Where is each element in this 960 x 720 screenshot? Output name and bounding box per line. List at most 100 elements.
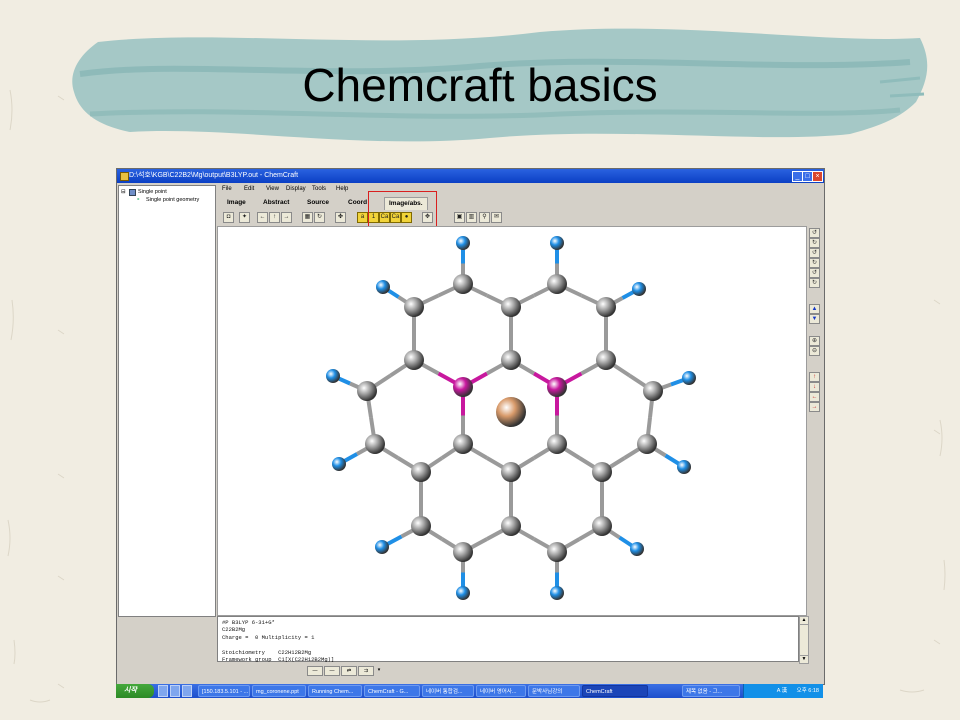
quicklaunch-icon[interactable] bbox=[182, 685, 192, 697]
taskbar-task[interactable]: [150.183.5.101 - ... bbox=[198, 685, 250, 697]
right-arrow-icon[interactable]: → bbox=[281, 212, 292, 223]
carbon-atom[interactable] bbox=[453, 434, 473, 454]
taskbar-task[interactable]: 문박사님강의 bbox=[528, 685, 580, 697]
tab-abstract[interactable]: Abstract bbox=[263, 196, 289, 210]
carbon-atom[interactable] bbox=[592, 516, 612, 536]
zoom-out-icon[interactable]: ⊖ bbox=[809, 346, 820, 356]
carbon-atom[interactable] bbox=[501, 297, 521, 317]
hydrogen-atom[interactable] bbox=[632, 282, 646, 296]
carbon-atom[interactable] bbox=[547, 542, 567, 562]
carbon-atom[interactable] bbox=[501, 516, 521, 536]
start-button[interactable]: 시작 bbox=[116, 684, 154, 698]
box-icon[interactable]: ▣ bbox=[454, 212, 465, 223]
zoom-icon[interactable]: ⚲ bbox=[479, 212, 490, 223]
close-button[interactable]: × bbox=[812, 171, 823, 182]
rotate-z-minus-icon[interactable]: ↻ bbox=[809, 278, 820, 288]
tree-item-single-point[interactable]: Single point bbox=[138, 189, 167, 195]
carbon-atom[interactable] bbox=[547, 274, 567, 294]
carbon-atom[interactable] bbox=[501, 350, 521, 370]
nav-last-button[interactable]: ⇉ bbox=[358, 666, 374, 676]
carbon-atom[interactable] bbox=[453, 274, 473, 294]
boron-atom[interactable] bbox=[547, 377, 567, 397]
carbon-atom[interactable] bbox=[411, 462, 431, 482]
shift-down-icon[interactable]: ↓ bbox=[809, 382, 820, 392]
carbon-atom[interactable] bbox=[637, 434, 657, 454]
move-down-icon[interactable]: ▼ bbox=[809, 314, 820, 324]
camera-icon[interactable]: ◘ bbox=[223, 212, 234, 223]
label-icon[interactable]: a bbox=[357, 212, 368, 223]
menu-help[interactable]: Help bbox=[336, 184, 348, 195]
carbon-atom[interactable] bbox=[411, 516, 431, 536]
taskbar-task[interactable]: 제목 없음 - 그... bbox=[682, 685, 740, 697]
up-arrow-icon[interactable]: ↑ bbox=[269, 212, 280, 223]
hydrogen-atom[interactable] bbox=[456, 586, 470, 600]
grid-icon[interactable]: ▦ bbox=[302, 212, 313, 223]
atoms-icon[interactable]: ✤ bbox=[335, 212, 346, 223]
hydrogen-atom[interactable] bbox=[682, 371, 696, 385]
hydrogen-atom[interactable] bbox=[630, 542, 644, 556]
shift-up-icon[interactable]: ↑ bbox=[809, 372, 820, 382]
rotate-icon[interactable]: ↻ bbox=[314, 212, 325, 223]
menu-tools[interactable]: Tools bbox=[312, 184, 326, 195]
hydrogen-atom[interactable] bbox=[456, 236, 470, 250]
carbon-atom[interactable] bbox=[501, 462, 521, 482]
tab-image[interactable]: Image bbox=[227, 196, 246, 210]
carbon-atom[interactable] bbox=[453, 542, 473, 562]
menu-edit[interactable]: Edit bbox=[244, 184, 254, 195]
carbon-atom[interactable] bbox=[592, 462, 612, 482]
carbon-atom[interactable] bbox=[365, 434, 385, 454]
output-scrollbar[interactable]: ▲ ▼ bbox=[799, 616, 809, 664]
move-up-icon[interactable]: ▲ bbox=[809, 304, 820, 314]
shift-right-icon[interactable]: → bbox=[809, 402, 820, 412]
nav-dropdown-icon[interactable]: ▾ bbox=[375, 666, 383, 674]
scroll-up-icon[interactable]: ▲ bbox=[800, 617, 808, 625]
carbon-atom[interactable] bbox=[643, 381, 663, 401]
hydrogen-atom[interactable] bbox=[550, 586, 564, 600]
taskbar-task[interactable]: 네이버 영어사... bbox=[476, 685, 526, 697]
boron-atom[interactable] bbox=[453, 377, 473, 397]
taskbar-task-active[interactable]: ChemCraft bbox=[582, 685, 648, 697]
tree-toggle-icon[interactable]: ⊟ bbox=[121, 189, 126, 195]
render-icon[interactable]: ✦ bbox=[239, 212, 250, 223]
carbon-atom[interactable] bbox=[596, 297, 616, 317]
rotate-y-plus-icon[interactable]: ↺ bbox=[809, 248, 820, 258]
hydrogen-atom[interactable] bbox=[677, 460, 691, 474]
rotate-x-plus-icon[interactable]: ↺ bbox=[809, 228, 820, 238]
taskbar-task[interactable]: 네이버 통합검... bbox=[422, 685, 474, 697]
menu-display[interactable]: Display bbox=[286, 184, 306, 195]
quicklaunch-icon[interactable] bbox=[158, 685, 168, 697]
rotate-y-minus-icon[interactable]: ↻ bbox=[809, 258, 820, 268]
carbon-atom[interactable] bbox=[596, 350, 616, 370]
tab-source[interactable]: Source bbox=[307, 196, 329, 210]
hydrogen-atom[interactable] bbox=[375, 540, 389, 554]
molecule-viewport[interactable] bbox=[217, 226, 807, 616]
hydrogen-atom[interactable] bbox=[332, 457, 346, 471]
menu-view[interactable]: View bbox=[266, 184, 279, 195]
hydrogen-atom[interactable] bbox=[326, 369, 340, 383]
tree-item-single-point-geometry[interactable]: Single point geometry bbox=[146, 197, 199, 203]
output-text-pane[interactable]: #P B3LYP 6-31+G* C22B2Mg Charge = 0 Mult… bbox=[217, 616, 799, 663]
hydrogen-atom[interactable] bbox=[550, 236, 564, 250]
taskbar-task[interactable]: ChemCraft - G... bbox=[364, 685, 420, 697]
zoom-in-icon[interactable]: ⊕ bbox=[809, 336, 820, 346]
mail-icon[interactable]: ✉ bbox=[491, 212, 502, 223]
hydrogen-atom[interactable] bbox=[376, 280, 390, 294]
rotate-x-minus-icon[interactable]: ↻ bbox=[809, 238, 820, 248]
left-arrow-icon[interactable]: ← bbox=[257, 212, 268, 223]
quicklaunch-icon[interactable] bbox=[170, 685, 180, 697]
shift-left-icon[interactable]: ← bbox=[809, 392, 820, 402]
carbon-atom[interactable] bbox=[547, 434, 567, 454]
carbon-atom[interactable] bbox=[404, 297, 424, 317]
nav-next-button[interactable]: ⇄ bbox=[341, 666, 357, 676]
nav-prev-button[interactable]: — bbox=[324, 666, 340, 676]
carbon-atom[interactable] bbox=[357, 381, 377, 401]
nav-first-button[interactable]: — bbox=[307, 666, 323, 676]
taskbar-task[interactable]: Running Chem... bbox=[308, 685, 362, 697]
tab-coord[interactable]: Coord bbox=[348, 196, 367, 210]
scroll-down-icon[interactable]: ▼ bbox=[800, 655, 808, 663]
taskbar-task[interactable]: mg_coronene.ppt bbox=[252, 685, 306, 697]
menu-file[interactable]: File bbox=[222, 184, 232, 195]
magnesium-atom[interactable] bbox=[496, 397, 526, 427]
rotate-z-plus-icon[interactable]: ↺ bbox=[809, 268, 820, 278]
ime-indicator[interactable]: A 漢 bbox=[777, 688, 787, 694]
